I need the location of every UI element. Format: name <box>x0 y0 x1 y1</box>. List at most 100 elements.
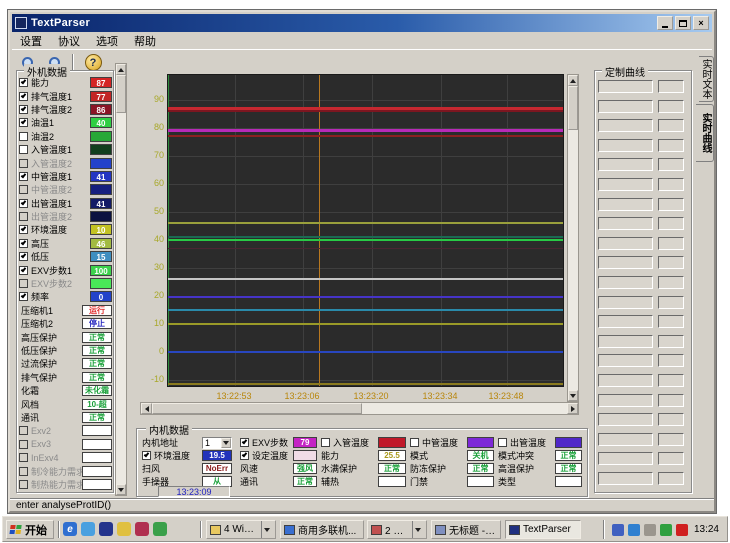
curve-field-large[interactable] <box>598 394 653 407</box>
curve-field-small[interactable] <box>658 394 684 407</box>
curve-field-large[interactable] <box>598 413 653 426</box>
checkbox[interactable] <box>19 159 28 168</box>
checkbox[interactable] <box>19 467 28 476</box>
scroll-right-button[interactable] <box>567 403 578 414</box>
checkbox[interactable] <box>19 426 28 435</box>
curve-field-small[interactable] <box>658 354 684 367</box>
green-app-icon[interactable] <box>660 524 672 536</box>
checkbox[interactable] <box>19 239 28 248</box>
curve-field-large[interactable] <box>598 139 653 152</box>
curve-field-large[interactable] <box>598 217 653 230</box>
checkbox[interactable] <box>498 438 507 447</box>
checkbox[interactable] <box>19 172 28 181</box>
curve-field-small[interactable] <box>658 452 684 465</box>
maximize-button[interactable] <box>675 16 691 30</box>
scroll-up-button[interactable] <box>568 75 578 86</box>
curve-field-small[interactable] <box>658 139 684 152</box>
checkbox[interactable] <box>19 440 28 449</box>
messenger-icon[interactable] <box>153 522 167 536</box>
scroll-thumb[interactable] <box>152 403 362 414</box>
taskbar-button[interactable]: 2 画图 <box>367 520 427 539</box>
address-dropdown[interactable]: 1 <box>202 437 232 449</box>
chart-vscrollbar[interactable] <box>567 74 579 402</box>
checkbox[interactable] <box>19 453 28 462</box>
tab-realtime-curve[interactable]: 实时曲线 <box>696 104 714 162</box>
curve-field-small[interactable] <box>658 217 684 230</box>
checkbox[interactable] <box>19 225 28 234</box>
curve-field-large[interactable] <box>598 433 653 446</box>
scroll-thumb[interactable] <box>116 75 126 113</box>
checkbox[interactable] <box>19 132 28 141</box>
curve-field-large[interactable] <box>598 256 653 269</box>
curve-field-large[interactable] <box>598 276 653 289</box>
msn-icon[interactable] <box>81 522 95 536</box>
checkbox[interactable] <box>19 118 28 127</box>
checkbox[interactable] <box>321 438 330 447</box>
curve-field-large[interactable] <box>598 80 653 93</box>
checkbox[interactable] <box>19 279 28 288</box>
curve-field-large[interactable] <box>598 472 653 485</box>
curve-field-small[interactable] <box>658 374 684 387</box>
checkbox[interactable] <box>19 292 28 301</box>
title-bar[interactable]: TextParser × <box>12 14 712 32</box>
curve-field-small[interactable] <box>658 80 684 93</box>
media-player-icon[interactable] <box>99 522 113 536</box>
curve-field-large[interactable] <box>598 178 653 191</box>
close-button[interactable]: × <box>693 16 709 30</box>
scroll-thumb[interactable] <box>568 86 578 130</box>
curve-field-small[interactable] <box>658 276 684 289</box>
menu-item[interactable]: 设置 <box>12 32 50 50</box>
checkbox[interactable] <box>19 199 28 208</box>
curve-field-large[interactable] <box>598 452 653 465</box>
curve-field-small[interactable] <box>658 413 684 426</box>
curve-field-small[interactable] <box>658 100 684 113</box>
checkbox[interactable] <box>240 451 249 460</box>
swoosh-icon[interactable] <box>612 524 624 536</box>
curve-field-large[interactable] <box>598 296 653 309</box>
curve-field-small[interactable] <box>658 237 684 250</box>
curve-field-large[interactable] <box>598 374 653 387</box>
scroll-up-button[interactable] <box>116 64 126 75</box>
notes-icon[interactable] <box>117 522 131 536</box>
checkbox[interactable] <box>240 438 249 447</box>
menu-item[interactable]: 协议 <box>50 32 88 50</box>
curve-field-small[interactable] <box>658 335 684 348</box>
checkbox[interactable] <box>142 451 151 460</box>
checkbox[interactable] <box>19 480 28 489</box>
minimize-button[interactable] <box>657 16 673 30</box>
checkbox[interactable] <box>19 185 28 194</box>
curve-field-large[interactable] <box>598 119 653 132</box>
scroll-down-button[interactable] <box>116 484 126 495</box>
curve-field-small[interactable] <box>658 315 684 328</box>
taskbar-button[interactable]: 4 Windows... <box>206 520 276 539</box>
menu-item[interactable]: 帮助 <box>126 32 164 50</box>
checkbox[interactable] <box>410 438 419 447</box>
curve-field-small[interactable] <box>658 256 684 269</box>
start-button[interactable]: 开始 <box>6 520 54 539</box>
menu-item[interactable]: 选项 <box>88 32 126 50</box>
tab-realtime-text[interactable]: 实时文本 <box>699 56 714 102</box>
curve-field-small[interactable] <box>658 433 684 446</box>
msn-tray-icon[interactable] <box>628 524 640 536</box>
curve-field-small[interactable] <box>658 472 684 485</box>
scroll-left-button[interactable] <box>141 403 152 414</box>
curve-field-large[interactable] <box>598 100 653 113</box>
checkbox[interactable] <box>19 266 28 275</box>
security-icon[interactable] <box>135 522 149 536</box>
task-dropdown-button[interactable] <box>261 520 272 539</box>
taskbar-button[interactable]: 无标题 - C... <box>431 520 501 539</box>
ie-icon[interactable]: e <box>63 522 77 536</box>
outdoor-scrollbar[interactable] <box>115 63 127 496</box>
curve-field-large[interactable] <box>598 158 653 171</box>
curve-field-large[interactable] <box>598 354 653 367</box>
scroll-down-button[interactable] <box>568 390 578 401</box>
curve-field-large[interactable] <box>598 335 653 348</box>
checkbox[interactable] <box>19 252 28 261</box>
curve-field-small[interactable] <box>658 119 684 132</box>
taskbar-button[interactable]: TextParser <box>505 520 581 539</box>
dropdown-button[interactable] <box>221 438 231 448</box>
thunder-icon[interactable] <box>676 524 688 536</box>
checkbox[interactable] <box>19 105 28 114</box>
chart-hscrollbar[interactable] <box>140 402 579 415</box>
curve-field-small[interactable] <box>658 178 684 191</box>
